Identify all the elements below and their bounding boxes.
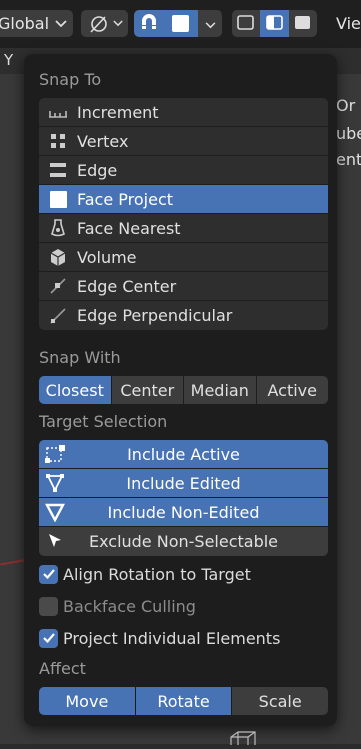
snap-to-edge-center[interactable]: Edge Center (39, 272, 328, 301)
affect-scale[interactable]: Scale (232, 687, 328, 715)
orientation-label: Global (0, 14, 50, 33)
pivot-icon (87, 13, 111, 35)
snap-to-volume[interactable]: Volume (39, 243, 328, 272)
shading-material-button[interactable] (289, 10, 317, 37)
snap-with-center[interactable]: Center (111, 376, 184, 404)
include-active-toggle[interactable]: Include Active (39, 440, 328, 469)
edge-icon (39, 161, 77, 179)
face-project-icon (39, 190, 77, 208)
project-individual-label: Project Individual Elements (63, 628, 281, 648)
view-menu-label: Vie (336, 14, 361, 33)
snap-to-face-nearest[interactable]: Face Nearest (39, 214, 328, 243)
snap-to-label: Edge Center (77, 276, 177, 296)
snap-chevron-button[interactable] (198, 10, 222, 37)
exclude-non-selectable-toggle[interactable]: Exclude Non-Selectable (39, 527, 328, 556)
snap-with-heading: Snap With (39, 348, 121, 367)
shading-solid-button[interactable] (260, 10, 289, 37)
checkbox-unchecked-icon[interactable] (39, 596, 58, 616)
target-selection-list: Include Active Include Edited Include No… (39, 440, 328, 556)
snap-to-label: Edge Perpendicular (77, 306, 233, 325)
affect-heading: Affect (39, 659, 86, 678)
affect-move[interactable]: Move (39, 687, 136, 715)
viewport-header: Global Vie (0, 0, 361, 48)
snap-to-label: Vertex (77, 131, 129, 151)
box-filled-icon (293, 13, 313, 35)
snap-toggle-button[interactable] (134, 10, 163, 37)
outliner-fragment-3: ent (336, 150, 361, 169)
snap-to-label: Volume (77, 247, 137, 267)
cube-widget-icon (228, 730, 258, 745)
outliner-fragment-2: ube (336, 124, 361, 143)
snap-to-face-project[interactable]: Face Project (39, 185, 328, 214)
chevron-down-icon (205, 14, 216, 33)
checkbox-checked-icon[interactable] (39, 628, 58, 648)
cursor-arrow-icon (43, 530, 67, 552)
y-axis-label: Y (4, 51, 14, 69)
snap-to-label: Increment (77, 102, 159, 122)
face-nearest-icon (39, 218, 77, 238)
edge-perpendicular-icon (39, 307, 77, 325)
snap-to-label: Face Project (77, 189, 174, 209)
include-edited-icon (43, 472, 67, 494)
vertex-icon (39, 132, 77, 150)
target-selection-heading: Target Selection (39, 412, 168, 431)
snap-to-increment[interactable]: Increment (39, 98, 328, 127)
align-rotation-label: Align Rotation to Target (63, 564, 251, 584)
snap-to-label: Face Nearest (77, 218, 181, 238)
snap-to-edge[interactable]: Edge (39, 156, 328, 185)
transform-orientation-dropdown[interactable]: Global (0, 10, 73, 37)
edge-center-icon (39, 277, 77, 295)
snap-with-median[interactable]: Median (184, 376, 257, 404)
chevron-down-icon (112, 20, 123, 27)
include-edited-label: Include Edited (126, 473, 241, 493)
magnet-icon (138, 11, 160, 37)
include-non-edited-toggle[interactable]: Include Non-Edited (39, 498, 328, 527)
align-rotation-checkbox-row[interactable]: Align Rotation to Target (39, 563, 251, 585)
exclude-non-selectable-label: Exclude Non-Selectable (88, 532, 279, 551)
snap-target-dropdown[interactable] (163, 10, 198, 37)
affect-rotate[interactable]: Rotate (135, 687, 233, 715)
affect-selector: Move Rotate Scale (39, 687, 328, 715)
checkbox-checked-icon[interactable] (39, 564, 58, 584)
snap-to-label: Edge (77, 160, 118, 180)
snap-with-closest[interactable]: Closest (39, 376, 112, 404)
backface-culling-label: Backface Culling (63, 596, 196, 616)
snap-to-edge-perpendicular[interactable]: Edge Perpendicular (39, 301, 328, 330)
box-outline-icon (236, 13, 256, 35)
snap-with-selector: Closest Center Median Active (39, 376, 328, 404)
include-edited-toggle[interactable]: Include Edited (39, 469, 328, 498)
include-non-edited-label: Include Non-Edited (107, 502, 260, 522)
include-active-icon (43, 443, 67, 465)
increment-icon (39, 105, 77, 119)
outliner-fragment-1: Or (336, 96, 356, 115)
backface-culling-checkbox-row[interactable]: Backface Culling (39, 595, 196, 617)
pivot-point-dropdown[interactable] (81, 10, 128, 37)
include-non-edited-icon (43, 501, 67, 523)
face-project-icon (172, 15, 189, 32)
snap-with-active[interactable]: Active (256, 376, 328, 404)
xray-button[interactable] (232, 10, 260, 37)
snap-to-heading: Snap To (39, 70, 102, 89)
volume-icon (39, 247, 77, 267)
include-active-label: Include Active (127, 444, 240, 464)
snap-to-list: Increment Vertex Edge Face Project Face … (39, 98, 328, 330)
view-menu[interactable]: Vie (328, 10, 361, 37)
snap-to-vertex[interactable]: Vertex (39, 127, 328, 156)
box-split-icon (265, 13, 285, 35)
project-individual-checkbox-row[interactable]: Project Individual Elements (39, 627, 280, 649)
chevron-down-icon (55, 19, 67, 28)
